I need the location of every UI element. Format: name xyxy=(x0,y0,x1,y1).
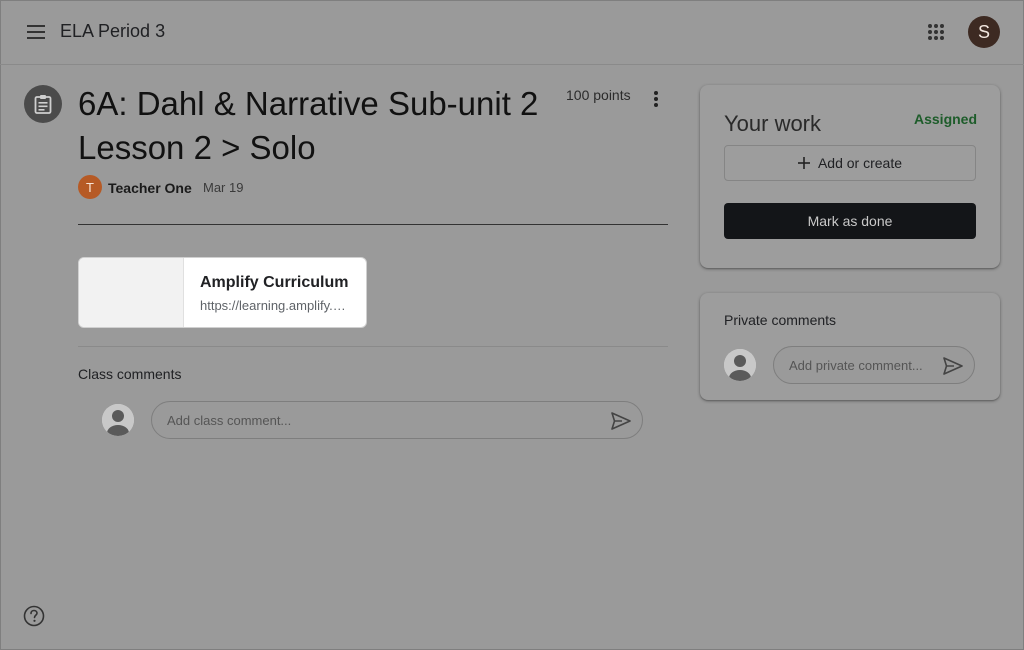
help-circle-icon xyxy=(23,605,45,627)
google-apps-button[interactable] xyxy=(922,18,950,46)
your-work-card: Your work Assigned Add or create Mark as… xyxy=(700,85,1000,268)
assignment-title: 6A: Dahl & Narrative Sub-unit 2 Lesson 2… xyxy=(78,85,539,166)
teacher-name: Teacher One xyxy=(108,180,192,196)
attachment-url: https://learning.amplify.com xyxy=(200,298,350,313)
send-icon xyxy=(611,412,631,430)
assignment-icon-badge xyxy=(24,85,62,123)
private-comment-box xyxy=(773,346,975,384)
send-icon xyxy=(943,357,963,375)
attachment-title: Amplify Curriculum xyxy=(200,274,349,291)
default-person-icon xyxy=(102,404,134,436)
assignment-clipboard-icon xyxy=(34,95,52,114)
class-title[interactable]: ELA Period 3 xyxy=(60,21,165,42)
account-avatar[interactable]: S xyxy=(968,16,1000,48)
more-vert-icon xyxy=(654,91,658,107)
class-comment-box xyxy=(151,401,643,439)
comments-divider xyxy=(78,346,668,347)
plus-icon xyxy=(797,157,810,169)
attachment-thumbnail xyxy=(79,258,184,327)
google-apps-grid-icon xyxy=(928,24,944,40)
private-comment-send-button[interactable] xyxy=(941,354,965,378)
class-comment-input[interactable] xyxy=(167,402,607,438)
private-comments-card: Private comments xyxy=(700,293,1000,400)
private-comments-label: Private comments xyxy=(724,312,837,328)
mark-as-done-button[interactable]: Mark as done xyxy=(724,203,976,239)
more-options-button[interactable] xyxy=(644,86,668,112)
user-avatar xyxy=(102,404,134,436)
attachment-card[interactable]: Amplify Curriculum https://learning.ampl… xyxy=(78,257,367,328)
your-work-heading: Your work xyxy=(724,111,822,136)
assignment-points: 100 points xyxy=(566,87,631,103)
class-comment-send-button[interactable] xyxy=(609,409,633,433)
user-avatar xyxy=(724,349,756,381)
top-app-bar: ELA Period 3 S xyxy=(0,0,1024,65)
default-person-icon xyxy=(724,349,756,381)
main-menu-button[interactable] xyxy=(22,18,50,46)
class-comments-label: Class comments xyxy=(78,366,182,382)
hamburger-menu-icon xyxy=(27,25,45,39)
status-badge: Assigned xyxy=(914,111,978,127)
add-or-create-button[interactable]: Add or create xyxy=(724,145,976,181)
add-or-create-label: Add or create xyxy=(817,155,903,171)
private-comment-input[interactable] xyxy=(789,347,939,383)
help-button[interactable] xyxy=(23,605,45,627)
header-divider xyxy=(78,224,668,225)
post-date: Mar 19 xyxy=(203,180,244,195)
teacher-avatar: T xyxy=(78,175,102,199)
